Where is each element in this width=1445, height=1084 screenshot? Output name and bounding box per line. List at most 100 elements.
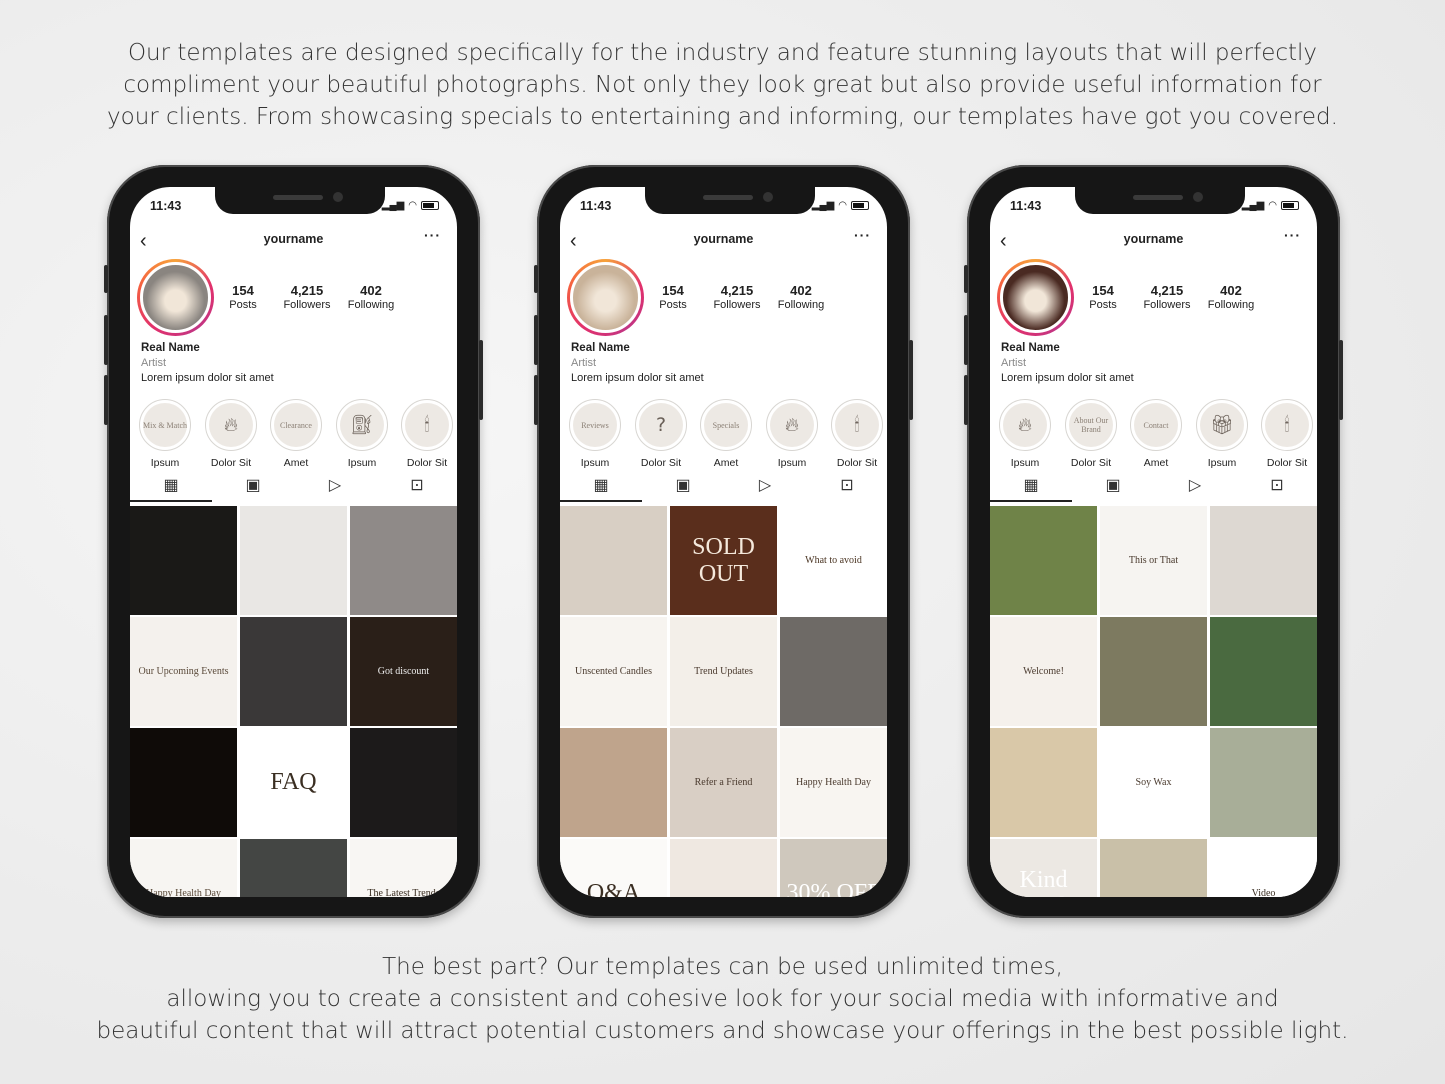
highlight-ring: 🕯︎ (1261, 399, 1313, 451)
post-caption: Happy Health Day (146, 888, 221, 897)
stat-following[interactable]: 402 Following (1196, 283, 1266, 311)
video-play-icon: ▷ (1188, 477, 1202, 494)
grid-post[interactable] (240, 617, 347, 726)
story-highlight[interactable]: ⛽︎ Ipsum (334, 399, 390, 469)
grid-post[interactable]: Happy Health Day (130, 839, 237, 897)
grid-post[interactable]: FAQ (240, 728, 347, 837)
avatar[interactable] (137, 259, 214, 336)
grid-post[interactable]: This or That (1100, 506, 1207, 615)
stat-posts[interactable]: 154 Posts (1068, 283, 1138, 311)
story-highlight[interactable]: 🔥︎ Ipsum (764, 399, 820, 469)
grid-post[interactable]: Refer a Friend (670, 728, 777, 837)
story-highlight[interactable]: Mix & Match Ipsum (137, 399, 193, 469)
grid-post[interactable] (350, 728, 457, 837)
story-highlight[interactable]: 🎁︎ Ipsum (1194, 399, 1250, 469)
tab-tagged[interactable]: ⊡ (806, 475, 887, 495)
stat-posts[interactable]: 154 Posts (638, 283, 708, 311)
story-highlight[interactable]: Contact Amet (1128, 399, 1184, 469)
grid-post[interactable]: Got discount (350, 617, 457, 726)
tab-grid[interactable]: ▦ (560, 475, 642, 495)
stat-posts[interactable]: 154 Posts (208, 283, 278, 311)
grid-post[interactable] (1210, 617, 1317, 726)
stat-following[interactable]: 402 Following (766, 283, 836, 311)
grid-post[interactable]: Soy Wax (1100, 728, 1207, 837)
stat-following-count: 402 (1220, 283, 1242, 298)
speaker (703, 195, 753, 200)
role: Artist (141, 357, 167, 369)
grid-post[interactable] (1210, 728, 1317, 837)
grid-post[interactable]: The Latest Trends (350, 839, 457, 897)
grid-post[interactable] (130, 506, 237, 615)
more-options-icon[interactable]: ··· (424, 227, 441, 243)
highlight-ring: ⛽︎ (336, 399, 388, 451)
grid-post[interactable]: What to avoid (780, 506, 887, 615)
grid-post[interactable] (1100, 617, 1207, 726)
tab-reels[interactable]: ▣ (642, 475, 724, 495)
grid-post[interactable] (1100, 839, 1207, 897)
stat-following[interactable]: 402 Following (336, 283, 406, 311)
grid-post[interactable] (560, 728, 667, 837)
grid-post[interactable]: Welcome! (990, 617, 1097, 726)
signal-icon: ▂▄▆ (1241, 200, 1265, 211)
stat-followers[interactable]: 4,215 Followers (1132, 283, 1202, 311)
candle-icon: 🕯︎ (405, 403, 449, 447)
candle-icon: 🕯︎ (1265, 403, 1309, 447)
tab-grid[interactable]: ▦ (990, 475, 1072, 495)
grid-post[interactable] (350, 506, 457, 615)
story-highlight[interactable]: Reviews Ipsum (567, 399, 623, 469)
story-highlight[interactable]: Specials Amet (698, 399, 754, 469)
tab-tagged[interactable]: ⊡ (1236, 475, 1317, 495)
grid-post[interactable] (560, 506, 667, 615)
avatar[interactable] (997, 259, 1074, 336)
story-highlight[interactable]: Clearance Amet (268, 399, 324, 469)
tab-grid[interactable]: ▦ (130, 475, 212, 495)
avatar[interactable] (567, 259, 644, 336)
spray-bottle-icon: ⛽︎ (340, 403, 384, 447)
story-highlight[interactable]: ? Dolor Sit (633, 399, 689, 469)
tab-video-play[interactable]: ▷ (1154, 475, 1236, 495)
tab-video-play[interactable]: ▷ (724, 475, 806, 495)
post-grid: This or That Welcome! Soy Wax Kind Words Vid… (990, 506, 1317, 897)
highlight-label: Ipsum (777, 457, 807, 469)
tab-video-play[interactable]: ▷ (294, 475, 376, 495)
story-highlight[interactable]: About Our Brand Dolor Sit (1063, 399, 1119, 469)
instagram-profile-screen: 11:43 ▂▄▆ ◠ ‹ yourname ··· 154 Posts 4,215 Follow… (560, 187, 887, 897)
grid-post[interactable]: Trend Updates (670, 617, 777, 726)
grid-post[interactable] (240, 839, 347, 897)
grid-post[interactable]: Our Upcoming Events (130, 617, 237, 726)
story-highlight[interactable]: 🕯︎ Dolor Sit (1259, 399, 1315, 469)
grid-post[interactable]: Video (1210, 839, 1317, 897)
stat-followers[interactable]: 4,215 Followers (272, 283, 342, 311)
stat-following-count: 402 (360, 283, 382, 298)
grid-post[interactable] (990, 728, 1097, 837)
reels-icon: ▣ (245, 477, 261, 494)
stat-followers[interactable]: 4,215 Followers (702, 283, 772, 311)
grid-post[interactable] (670, 839, 777, 897)
story-highlight[interactable]: 🔥︎ Dolor Sit (203, 399, 259, 469)
grid-post[interactable] (130, 728, 237, 837)
real-name: Real Name (571, 342, 630, 354)
grid-post[interactable] (240, 506, 347, 615)
grid-post[interactable] (1210, 506, 1317, 615)
grid-post[interactable] (780, 617, 887, 726)
tab-reels[interactable]: ▣ (212, 475, 294, 495)
grid-post[interactable] (990, 506, 1097, 615)
highlight-cover-text: Mix & Match (143, 403, 187, 447)
more-options-icon[interactable]: ··· (1284, 227, 1301, 243)
story-highlight[interactable]: 🔥︎ Ipsum (997, 399, 1053, 469)
grid-post[interactable]: 30% OFF (780, 839, 887, 897)
tab-reels[interactable]: ▣ (1072, 475, 1154, 495)
story-highlight[interactable]: 🕯︎ Dolor Sit (829, 399, 885, 469)
tab-tagged[interactable]: ⊡ (376, 475, 457, 495)
grid-post[interactable]: Q&A (560, 839, 667, 897)
grid-post[interactable]: Kind Words (990, 839, 1097, 897)
story-highlight[interactable]: 🕯︎ Dolor Sit (399, 399, 455, 469)
grid-post[interactable]: Unscented Candles (560, 617, 667, 726)
highlight-label: Ipsum (347, 457, 377, 469)
more-options-icon[interactable]: ··· (854, 227, 871, 243)
post-caption: This or That (1128, 555, 1179, 566)
role: Artist (571, 357, 597, 369)
grid-post[interactable]: SOLD OUT (670, 506, 777, 615)
stat-followers-count: 4,215 (720, 283, 754, 298)
grid-post[interactable]: Happy Health Day (780, 728, 887, 837)
